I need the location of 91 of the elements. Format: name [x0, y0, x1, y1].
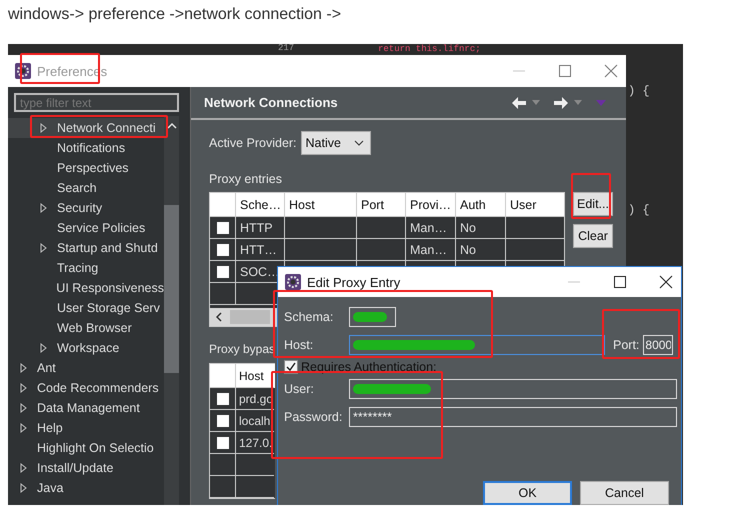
expand-arrow-icon[interactable] [20, 483, 27, 493]
expand-arrow-icon[interactable] [40, 243, 47, 253]
field-label: Port: [613, 338, 640, 352]
column-header[interactable]: Sche… [236, 193, 285, 217]
password-field[interactable]: ******** [349, 407, 677, 427]
code-line: return this.lifnrc; [378, 44, 481, 55]
section-label: Proxy bypas [209, 342, 276, 356]
table-cell: Man… [406, 217, 456, 239]
tree-item[interactable]: Perspectives [8, 158, 164, 178]
dialog-title: Edit Proxy Entry [307, 274, 400, 290]
line-number: 217 [278, 44, 294, 53]
checkbox[interactable] [216, 222, 228, 234]
table-cell: HTTP [236, 217, 285, 239]
close-icon[interactable] [659, 275, 673, 289]
tree-item[interactable]: Security [8, 198, 164, 218]
scrollbar-thumb[interactable] [230, 310, 270, 324]
table-cell: No [456, 217, 506, 239]
tree-item[interactable]: Workspace [8, 338, 164, 358]
column-header[interactable]: User [506, 193, 564, 217]
schema-field[interactable] [349, 307, 396, 327]
field-label: Schema: [284, 310, 334, 324]
checkbox[interactable] [216, 244, 228, 256]
column-header[interactable]: Auth [456, 193, 506, 217]
checkbox[interactable] [216, 392, 228, 404]
action-button[interactable]: Clear [573, 224, 613, 248]
expand-arrow-icon[interactable] [20, 423, 27, 433]
page-title: Network Connections [204, 95, 338, 110]
tree-item[interactable]: User Storage Serv [8, 298, 164, 318]
checkbox[interactable] [216, 266, 228, 278]
column-header[interactable]: Port [357, 193, 406, 217]
tree-item[interactable]: Service Policies [8, 218, 164, 238]
tree-item[interactable]: UI Responsiveness [8, 278, 164, 298]
tree-item[interactable]: Startup and Shutd [8, 238, 164, 258]
expand-arrow-icon[interactable] [20, 363, 27, 373]
table-cell [285, 217, 357, 239]
maximize-icon[interactable] [613, 275, 627, 289]
tree-item[interactable]: Java [8, 478, 164, 498]
tree-item[interactable]: Help [8, 418, 164, 438]
chevron-down-icon [354, 140, 364, 146]
tree-item[interactable]: Install/Update [8, 458, 164, 478]
caption-text: windows-> preference ->network connection -> [8, 6, 342, 24]
user-field[interactable] [349, 379, 677, 399]
annotation-frame [571, 173, 611, 219]
redaction-mark [353, 312, 387, 322]
table-cell: No [456, 239, 506, 261]
column-header[interactable]: Provi… [406, 193, 456, 217]
scroll-left-icon[interactable] [216, 312, 222, 322]
gear-icon [285, 274, 301, 290]
forward-arrow-icon[interactable] [554, 96, 568, 108]
code-fragment: ) { [628, 203, 650, 217]
table-cell: Man… [406, 239, 456, 261]
scrollbar-thumb[interactable] [164, 205, 179, 373]
tree-item[interactable]: Highlight On Selectio [8, 438, 164, 458]
dialog-button[interactable]: OK [483, 481, 572, 505]
back-arrow-icon[interactable] [512, 96, 526, 108]
table-cell [357, 217, 406, 239]
code-fragment: ) { [628, 84, 650, 98]
checkbox[interactable] [216, 436, 228, 448]
tree-item[interactable]: Notifications [8, 138, 164, 158]
provider-select[interactable]: Native [300, 131, 371, 155]
tree-item[interactable]: Data Management [8, 398, 164, 418]
tree-item[interactable]: Ant [8, 358, 164, 378]
table-cell: localh [236, 410, 274, 432]
filter-field[interactable]: type filter text [14, 93, 179, 112]
expand-arrow-icon[interactable] [40, 343, 47, 353]
action-button[interactable]: Edit... [573, 192, 613, 216]
expand-arrow-icon[interactable] [20, 403, 27, 413]
tree-item[interactable]: Tracing [8, 258, 164, 278]
field-label: Password: [284, 410, 344, 424]
port-field[interactable]: 8000 [643, 335, 674, 355]
host-field[interactable] [349, 335, 605, 355]
scroll-up-icon[interactable] [166, 122, 176, 129]
table-cell: 127.0. [236, 432, 274, 454]
expand-arrow-icon[interactable] [20, 463, 27, 473]
tree-item[interactable]: Network Connecti [8, 118, 164, 138]
field-label: User: [284, 382, 315, 396]
tree-item[interactable]: Code Recommenders [8, 378, 164, 398]
scrollbar[interactable] [164, 116, 179, 505]
expand-arrow-icon[interactable] [40, 123, 47, 133]
column-header[interactable]: Host [285, 193, 357, 217]
expand-arrow-icon[interactable] [40, 203, 47, 213]
table-cell: HTT… [236, 239, 285, 261]
checkbox[interactable] [216, 414, 228, 426]
tree-item[interactable]: Web Browser [8, 318, 164, 338]
expand-arrow-icon[interactable] [20, 383, 27, 393]
tree-item[interactable]: Search [8, 178, 164, 198]
checkbox-label: Requires Authentication: [301, 360, 437, 374]
dialog-button[interactable]: Cancel [580, 481, 669, 505]
field-label: Active Provider: [209, 136, 297, 150]
section-label: Proxy entries [209, 172, 283, 186]
field-label: Host: [284, 338, 314, 352]
